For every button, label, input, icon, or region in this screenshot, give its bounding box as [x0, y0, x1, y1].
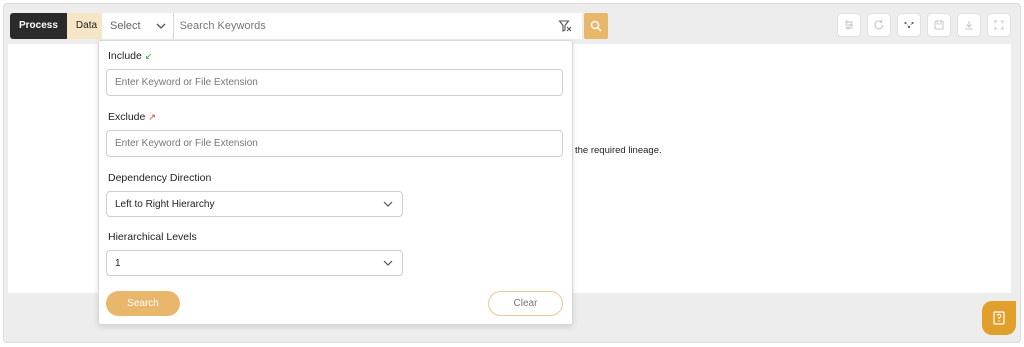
search-icon — [590, 20, 602, 32]
toolbar-actions — [837, 13, 1011, 37]
dependency-direction-label: Dependency Direction — [108, 172, 212, 184]
exclude-label: Exclude ↗ — [108, 111, 156, 123]
fullscreen-button[interactable] — [987, 13, 1011, 37]
include-label-text: Include — [108, 50, 142, 62]
filter-clear-icon[interactable] — [558, 19, 572, 33]
search-type-label: Select — [110, 20, 141, 32]
process-data-toggle: Process Data — [10, 13, 107, 39]
settings-sliders-icon — [845, 20, 853, 30]
lineage-graph-icon — [904, 21, 914, 29]
chevron-down-icon — [383, 201, 393, 207]
panel-clear-button[interactable]: Clear — [488, 291, 563, 316]
lineage-hint-text: the required lineage. — [575, 145, 662, 156]
dependency-direction-select[interactable]: Left to Right Hierarchy — [106, 191, 403, 217]
fullscreen-icon — [994, 20, 1004, 30]
process-toggle-button[interactable]: Process — [10, 13, 67, 39]
chevron-down-icon — [156, 23, 166, 29]
search-type-select[interactable]: Select — [102, 13, 174, 39]
panel-search-button[interactable]: Search — [106, 291, 180, 316]
chevron-down-icon — [383, 260, 393, 266]
include-input[interactable] — [106, 69, 563, 96]
search-button[interactable] — [584, 13, 608, 39]
refresh-icon — [874, 19, 884, 30]
advanced-search-panel: Include↙ Exclude↗ Dependency Direction L… — [98, 40, 573, 325]
include-label: Include ↙ — [108, 50, 152, 62]
search-keywords-input[interactable] — [173, 13, 558, 39]
settings-sliders-button[interactable] — [837, 13, 861, 37]
exclude-arrow-icon: ↗ — [148, 112, 156, 122]
exclude-label-text: Exclude — [108, 111, 146, 123]
save-icon — [934, 20, 944, 30]
data-toggle-button[interactable]: Data — [66, 13, 107, 39]
save-button[interactable] — [927, 13, 951, 37]
lineage-graph-button[interactable] — [897, 13, 921, 37]
exclude-input[interactable] — [106, 130, 563, 157]
help-button[interactable] — [982, 301, 1016, 335]
hierarchical-levels-value: 1 — [115, 257, 121, 269]
hierarchical-levels-label: Hierarchical Levels — [108, 231, 197, 243]
dependency-direction-value: Left to Right Hierarchy — [115, 198, 215, 210]
hierarchical-levels-select[interactable]: 1 — [106, 250, 403, 276]
search-bar: Select — [102, 13, 582, 39]
help-icon — [993, 311, 1005, 325]
include-arrow-icon: ↙ — [144, 51, 153, 61]
download-button[interactable] — [957, 13, 981, 37]
download-icon — [965, 21, 973, 30]
refresh-button[interactable] — [867, 13, 891, 37]
